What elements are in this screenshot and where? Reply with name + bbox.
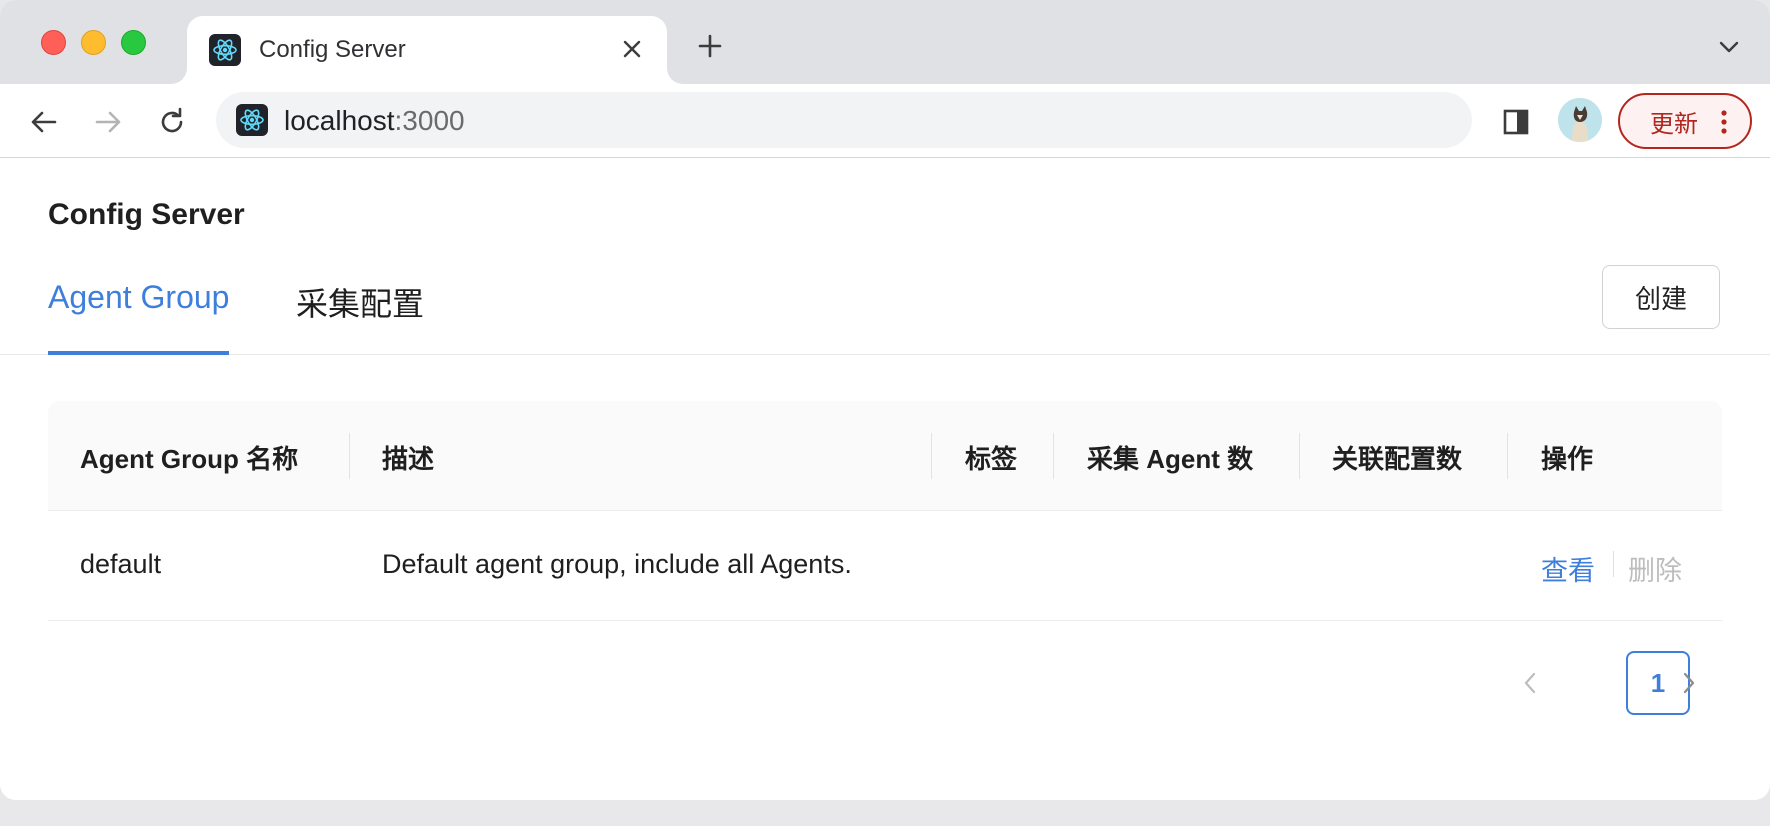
column-divider: [1299, 433, 1300, 479]
close-tab-icon[interactable]: [615, 32, 649, 66]
cell-description: Default agent group, include all Agents.: [382, 549, 852, 579]
chevron-down-icon[interactable]: [1714, 32, 1744, 62]
column-header-agent-count: 采集 Agent 数: [1087, 444, 1254, 474]
browser-toolbar: localhost:3000 更新: [0, 84, 1770, 158]
cell-name: default: [80, 549, 162, 579]
more-vert-icon: [1721, 110, 1727, 134]
pagination: 1: [48, 651, 1722, 715]
column-header-description: 描述: [382, 444, 435, 474]
view-link[interactable]: 查看: [1541, 549, 1595, 588]
url-host: localhost: [284, 105, 395, 136]
column-header-actions: 操作: [1541, 444, 1594, 474]
site-favicon-icon: [236, 104, 268, 136]
new-tab-plus-icon[interactable]: [692, 28, 728, 64]
tab-strip: Config Server: [0, 0, 1770, 84]
update-button[interactable]: 更新: [1618, 93, 1752, 149]
column-divider: [931, 433, 932, 479]
tab-agent-group[interactable]: Agent Group: [48, 279, 230, 355]
action-divider: [1613, 551, 1614, 577]
page-content: Config Server Agent Group 采集配置 创建 Agent …: [0, 158, 1770, 800]
reload-icon[interactable]: [152, 102, 192, 142]
browser-tab[interactable]: Config Server: [187, 16, 667, 84]
next-page-icon[interactable]: [1669, 651, 1709, 715]
column-header-name: Agent Group 名称: [80, 444, 299, 474]
table-header: Agent Group 名称 描述 标签 采集 Agent 数 关联配置数 操作: [48, 401, 1722, 511]
table-row: default Default agent group, include all…: [48, 511, 1722, 621]
browser-window: Config Server localhost:3000 更新 Config S…: [0, 0, 1770, 800]
tab-collect-config[interactable]: 采集配置: [296, 279, 424, 353]
url-text: localhost:3000: [284, 105, 465, 137]
delete-link[interactable]: 删除: [1628, 549, 1682, 588]
column-divider: [1053, 433, 1054, 479]
column-divider: [349, 433, 350, 479]
prev-page-icon[interactable]: [1510, 651, 1550, 715]
tab-title: Config Server: [259, 36, 406, 63]
page-title: Config Server: [48, 198, 245, 231]
address-bar[interactable]: localhost:3000: [216, 92, 1472, 148]
react-favicon-icon: [209, 34, 241, 66]
column-header-tags: 标签: [965, 444, 1018, 474]
maximize-window-button[interactable]: [121, 30, 146, 55]
back-arrow-icon[interactable]: [24, 102, 64, 142]
create-button[interactable]: 创建: [1602, 265, 1720, 329]
forward-arrow-icon[interactable]: [88, 102, 128, 142]
minimize-window-button[interactable]: [81, 30, 106, 55]
column-divider: [1507, 433, 1508, 479]
column-header-config-count: 关联配置数: [1332, 444, 1463, 474]
profile-avatar[interactable]: [1558, 98, 1602, 142]
url-port: :3000: [394, 105, 465, 136]
side-panel-icon[interactable]: [1496, 102, 1536, 142]
close-window-button[interactable]: [41, 30, 66, 55]
update-label: 更新: [1650, 110, 1698, 138]
nav-tabs: Agent Group 采集配置: [0, 253, 1770, 355]
agent-group-table: Agent Group 名称 描述 标签 采集 Agent 数 关联配置数 操作…: [48, 401, 1722, 621]
